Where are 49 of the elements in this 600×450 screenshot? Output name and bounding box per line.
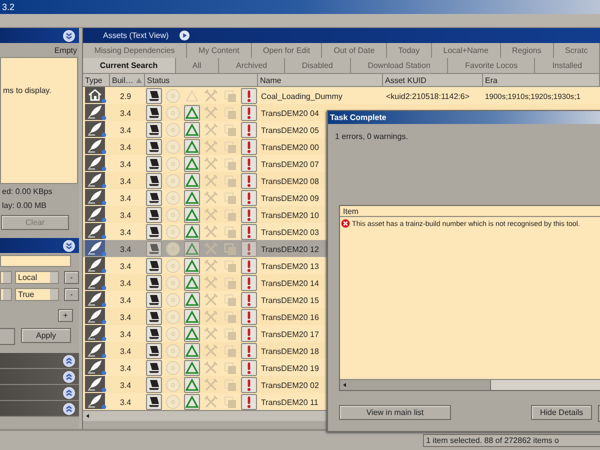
table-cell: 3.4 <box>120 296 132 304</box>
panel-title: Assets (Text View) <box>103 31 169 40</box>
table-cell: 3.4 <box>120 176 132 186</box>
table-cell: <kuid2:210518:1142:6> <box>386 92 470 100</box>
table-cell: 3.4 <box>120 126 132 134</box>
table-cell: TransDEM20 14 <box>261 278 319 288</box>
table-cell: TransDEM20 09 <box>261 194 319 202</box>
table-cell: 3.4 <box>120 380 132 390</box>
table-cell: 3.4 <box>120 398 132 406</box>
table-cell: TransDEM20 16 <box>261 312 319 322</box>
summary-text: 1 errors, 0 warnings. <box>335 132 408 141</box>
size-text: lay: 0.00 MB <box>2 201 46 210</box>
table-cell: TransDEM20 04 <box>261 108 319 118</box>
table-cell: TransDEM20 15 <box>261 296 319 304</box>
table-cell: 3.4 <box>120 142 132 152</box>
dialog-title: Task Complete <box>330 113 386 122</box>
table-cell: 3.4 <box>120 330 132 338</box>
table-cell: 3.4 <box>120 194 132 202</box>
table-cell: TransDEM20 03 <box>261 228 319 236</box>
table-cell: 3.4 <box>120 262 132 270</box>
table-cell: TransDEM20 13 <box>261 262 319 270</box>
table-cell: TransDEM20 10 <box>261 210 319 220</box>
table-cell: 3.4 <box>120 210 132 220</box>
table-cell: 3.4 <box>120 244 132 254</box>
table-cell: 3.4 <box>120 364 132 372</box>
table-cell: 3.4 <box>120 278 132 288</box>
table-cell: TransDEM20 19 <box>261 364 319 372</box>
table-cell: 3.4 <box>120 228 132 236</box>
table-cell: TransDEM20 08 <box>261 176 319 186</box>
column-header: Item <box>343 206 359 216</box>
status-text: Empty <box>54 46 77 55</box>
table-cell: TransDEM20 00 <box>261 142 319 152</box>
table-cell: TransDEM20 17 <box>261 330 319 338</box>
empty-message: ms to display. <box>2 86 52 95</box>
table-cell: 3.4 <box>120 108 132 118</box>
table-cell: 3.4 <box>120 312 132 322</box>
table-cell: 3.4 <box>120 160 132 168</box>
table-cell: TransDEM20 11 <box>261 398 318 406</box>
window-title: 3.2 <box>2 2 15 12</box>
table-cell: 3.4 <box>120 346 132 356</box>
table-cell: TransDEM20 02 <box>261 380 319 390</box>
table-cell: TransDEM20 05 <box>261 126 319 134</box>
status-text: 1 item selected. 88 of 272862 items o <box>423 434 600 447</box>
table-cell: TransDEM20 18 <box>261 346 319 356</box>
table-cell: TransDEM20 12 <box>261 244 319 254</box>
table-cell: 2.9 <box>120 92 132 100</box>
speed-text: ed: 0.00 KBps <box>2 187 52 196</box>
table-cell: TransDEM20 07 <box>261 160 319 168</box>
table-cell: Coal_Loading_Dummy <box>261 92 342 100</box>
